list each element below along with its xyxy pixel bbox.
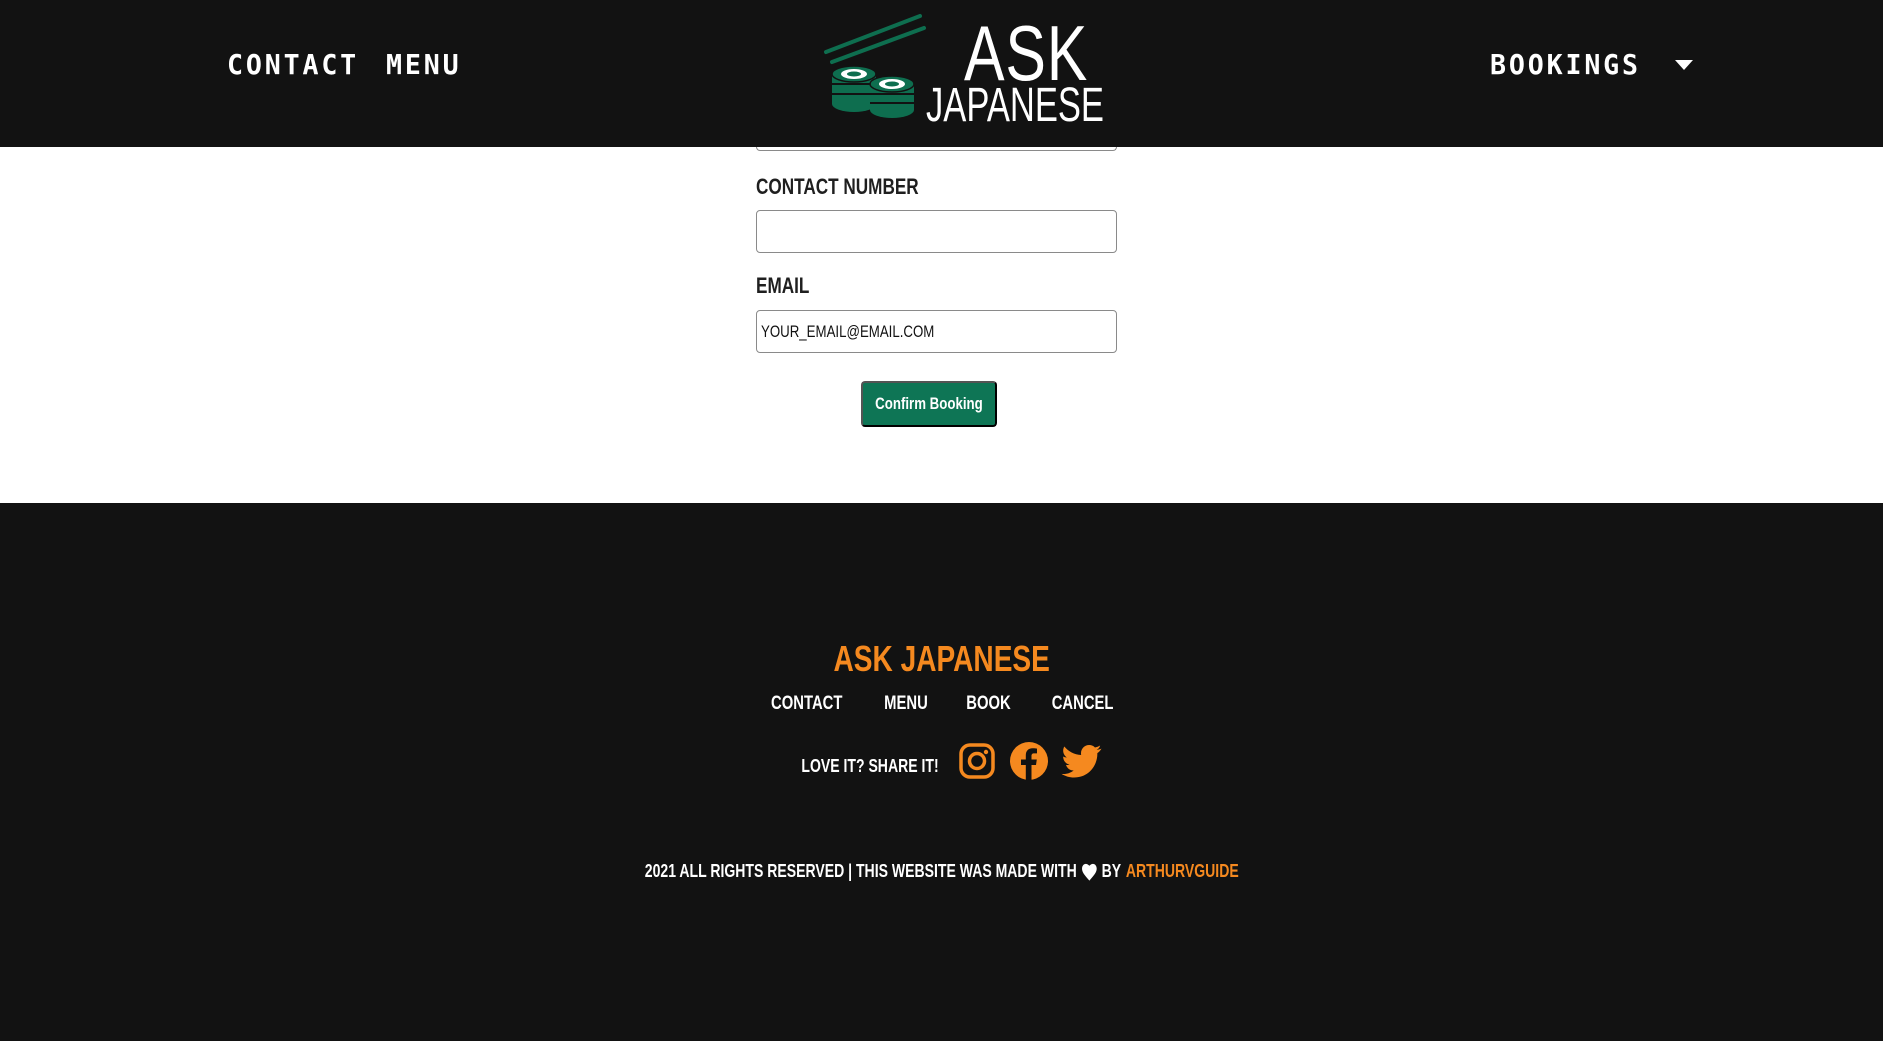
caret-down-icon xyxy=(1674,59,1693,70)
facebook-link[interactable] xyxy=(1009,741,1049,781)
contact-number-field[interactable] xyxy=(756,210,1117,253)
chopsticks-sushi-logo-icon xyxy=(824,14,926,118)
confirm-booking-button[interactable]: Confirm Booking xyxy=(861,381,997,427)
footer-nav: CONTACT MENU BOOK CANCEL xyxy=(0,693,1883,715)
footer-brand: ASK JAPANESE xyxy=(0,638,1883,680)
site-footer: ASK JAPANESE CONTACT MENU BOOK CANCEL LO… xyxy=(0,503,1883,1041)
heart-icon xyxy=(1081,863,1097,881)
bookings-dropdown[interactable]: BOOKINGS xyxy=(1490,48,1693,81)
facebook-icon xyxy=(1009,742,1048,780)
instagram-link[interactable] xyxy=(957,741,997,781)
footer-link-menu[interactable]: MENU xyxy=(870,693,942,715)
nav-bookings-label: BOOKINGS xyxy=(1490,48,1641,81)
contact-number-label: Contact Number xyxy=(756,174,919,199)
author-link[interactable]: ARTHURVGUIDE xyxy=(1126,861,1239,882)
footer-link-contact[interactable]: CONTACT xyxy=(753,693,860,715)
logo-text-japanese: JAPANESE xyxy=(926,79,1104,132)
nav-menu-link[interactable]: MENU xyxy=(386,48,461,81)
footer-brand-text: ASK JAPANESE xyxy=(833,638,1050,679)
twitter-icon xyxy=(1061,745,1101,778)
footer-link-cancel-label: CANCEL xyxy=(1051,693,1114,714)
share-text-label: LOVE IT? SHARE IT! xyxy=(801,755,940,776)
instagram-icon xyxy=(958,743,995,779)
share-row: LOVE IT? SHARE IT! xyxy=(0,741,1883,781)
email-field[interactable]: YOUR_EMAIL@EMAIL.COM xyxy=(756,310,1117,353)
nav-left: CONTACT MENU xyxy=(227,48,465,81)
footer-link-book-label: BOOK xyxy=(966,693,1011,714)
booking-form-section: Contact Number Email YOUR_EMAIL@EMAIL.CO… xyxy=(0,137,1883,503)
confirm-booking-label: Confirm Booking xyxy=(875,394,983,413)
footer-link-cancel[interactable]: CANCEL xyxy=(1035,693,1130,715)
footer-link-book[interactable]: BOOK xyxy=(952,693,1025,715)
site-logo[interactable]: ASK JAPANESE xyxy=(820,12,1104,130)
footer-link-menu-label: MENU xyxy=(884,693,928,714)
copyright-inner: 2021 ALL RIGHTS RESERVED | THIS WEBSITE … xyxy=(645,861,1239,882)
copyright: 2021 ALL RIGHTS RESERVED | THIS WEBSITE … xyxy=(0,861,1883,882)
email-value: YOUR_EMAIL@EMAIL.COM xyxy=(761,321,935,341)
copyright-by: BY xyxy=(1101,861,1121,881)
nav-contact-link[interactable]: CONTACT xyxy=(227,48,359,81)
share-text: LOVE IT? SHARE IT! xyxy=(782,756,958,777)
twitter-link[interactable] xyxy=(1061,741,1101,781)
navbar: CONTACT MENU ASK JAPANESE BOOKINGS xyxy=(0,0,1883,147)
footer-link-contact-label: CONTACT xyxy=(770,693,843,714)
copyright-text: 2021 ALL RIGHTS RESERVED | THIS WEBSITE … xyxy=(644,861,1077,881)
email-label: Email xyxy=(756,273,810,298)
